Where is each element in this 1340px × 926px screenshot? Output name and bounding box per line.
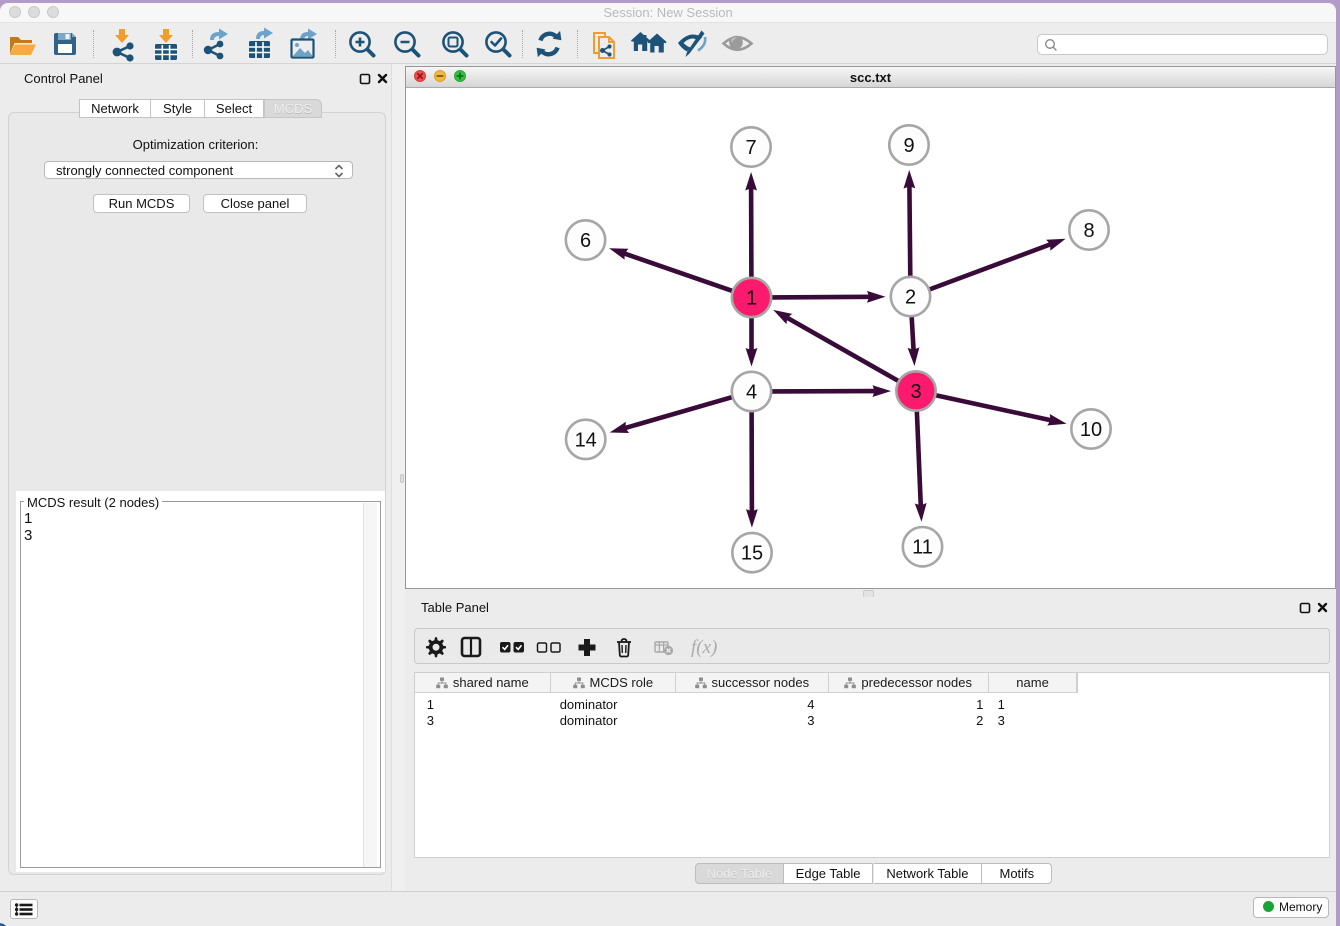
svg-text:11: 11 — [912, 536, 933, 558]
svg-text:7: 7 — [745, 137, 756, 159]
svg-text:15: 15 — [741, 542, 763, 564]
svg-text:8: 8 — [1083, 220, 1094, 242]
svg-text:14: 14 — [575, 429, 597, 451]
svg-text:4: 4 — [746, 381, 757, 403]
svg-text:9: 9 — [903, 135, 914, 157]
svg-text:6: 6 — [580, 230, 591, 252]
svg-text:2: 2 — [905, 286, 916, 308]
svg-text:f(x): f(x) — [691, 637, 717, 658]
svg-text:10: 10 — [1080, 419, 1102, 441]
svg-text:3: 3 — [910, 381, 921, 403]
svg-text:1: 1 — [746, 287, 757, 309]
